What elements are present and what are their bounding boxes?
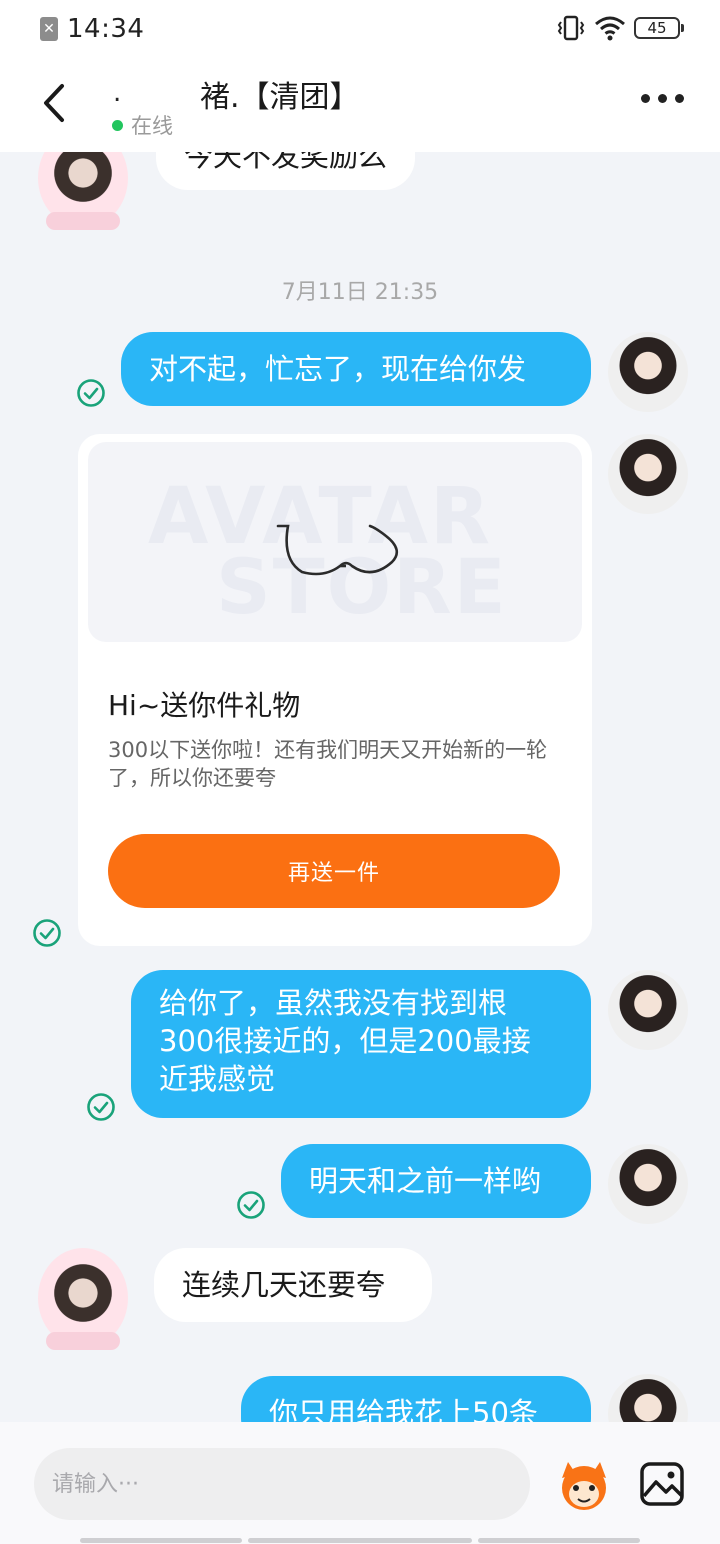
contact-avatar[interactable]	[38, 1248, 128, 1350]
online-status: 在线	[112, 110, 173, 140]
message-bubble-sent[interactable]: 明天和之前一样哟	[281, 1144, 591, 1218]
glasses-icon	[276, 524, 399, 576]
my-avatar[interactable]	[608, 434, 688, 514]
gift-card[interactable]: AVATAR STORE Hi~送你件礼物 300以下送你啦！还有我们明天又开始…	[78, 434, 592, 946]
message-input[interactable]	[34, 1448, 530, 1520]
gift-card-title: Hi~送你件礼物	[108, 689, 301, 722]
contact-name-prefix: .	[113, 78, 122, 108]
back-button[interactable]	[34, 78, 78, 128]
my-avatar[interactable]	[608, 970, 688, 1050]
emoji-button[interactable]	[554, 1458, 614, 1514]
online-status-text: 在线	[131, 114, 173, 138]
my-avatar[interactable]	[608, 1144, 688, 1224]
message-text-line: 近我感觉	[159, 1062, 276, 1096]
read-check-icon	[87, 1093, 115, 1121]
battery-indicator: 45	[634, 17, 684, 39]
message-bubble-sent[interactable]: 给你了，虽然我没有找到根 300很接近的，但是200最接 近我感觉	[131, 970, 591, 1118]
gift-image: AVATAR STORE	[88, 442, 582, 642]
chat-header: . 褚.【清团】 在线	[0, 58, 720, 152]
message-text: 你只用给我花上50条	[269, 1396, 538, 1422]
message-input-bar	[0, 1422, 720, 1544]
message-text: 对不起，忙忘了，现在给你发	[149, 352, 527, 386]
message-text-line: 给你了，虽然我没有找到根	[159, 986, 508, 1020]
send-another-gift-button[interactable]: 再送一件	[108, 834, 560, 908]
chat-message-list[interactable]: 今天不发奖励么 7月11日 21:35 对不起，忙忘了，现在给你发 AVATAR…	[0, 152, 720, 1422]
message-text-line: 300很接近的，但是200最接	[159, 1024, 531, 1058]
message-text: 今天不发奖励么	[184, 152, 388, 173]
read-check-icon	[33, 919, 61, 947]
message-bubble-received[interactable]: 今天不发奖励么	[156, 152, 416, 190]
dot-icon	[658, 94, 667, 103]
nav-handle-left	[80, 1538, 242, 1543]
chat-title: 褚.【清团】	[200, 80, 360, 115]
vibrate-icon	[557, 15, 585, 41]
dot-icon	[675, 94, 684, 103]
message-timestamp: 7月11日 21:35	[281, 280, 439, 305]
image-picker-button[interactable]	[638, 1460, 686, 1508]
no-sim-icon: ✕	[40, 17, 58, 41]
my-avatar[interactable]	[608, 1374, 688, 1422]
message-bubble-sent[interactable]: 你只用给我花上50条	[241, 1376, 591, 1422]
read-check-icon	[77, 379, 105, 407]
message-text: 连续几天还要夸	[182, 1268, 386, 1302]
more-options-button[interactable]	[641, 94, 684, 103]
message-text: 明天和之前一样哟	[309, 1164, 542, 1198]
dot-icon	[641, 94, 650, 103]
gift-card-description: 300以下送你啦！还有我们明天又开始新的一轮了，所以你还要夸	[108, 738, 548, 790]
contact-avatar[interactable]	[38, 152, 128, 230]
message-bubble-sent[interactable]: 对不起，忙忘了，现在给你发	[121, 332, 591, 406]
status-time: 14:34	[67, 14, 145, 44]
online-dot-icon	[112, 119, 123, 131]
status-bar: ✕ 14:34 45	[0, 0, 720, 58]
my-avatar[interactable]	[608, 332, 688, 412]
message-bubble-received[interactable]: 连续几天还要夸	[154, 1248, 432, 1322]
nav-handle-center	[248, 1538, 472, 1543]
read-check-icon	[237, 1191, 265, 1219]
wifi-icon	[595, 16, 625, 41]
nav-handle-right	[478, 1538, 640, 1543]
